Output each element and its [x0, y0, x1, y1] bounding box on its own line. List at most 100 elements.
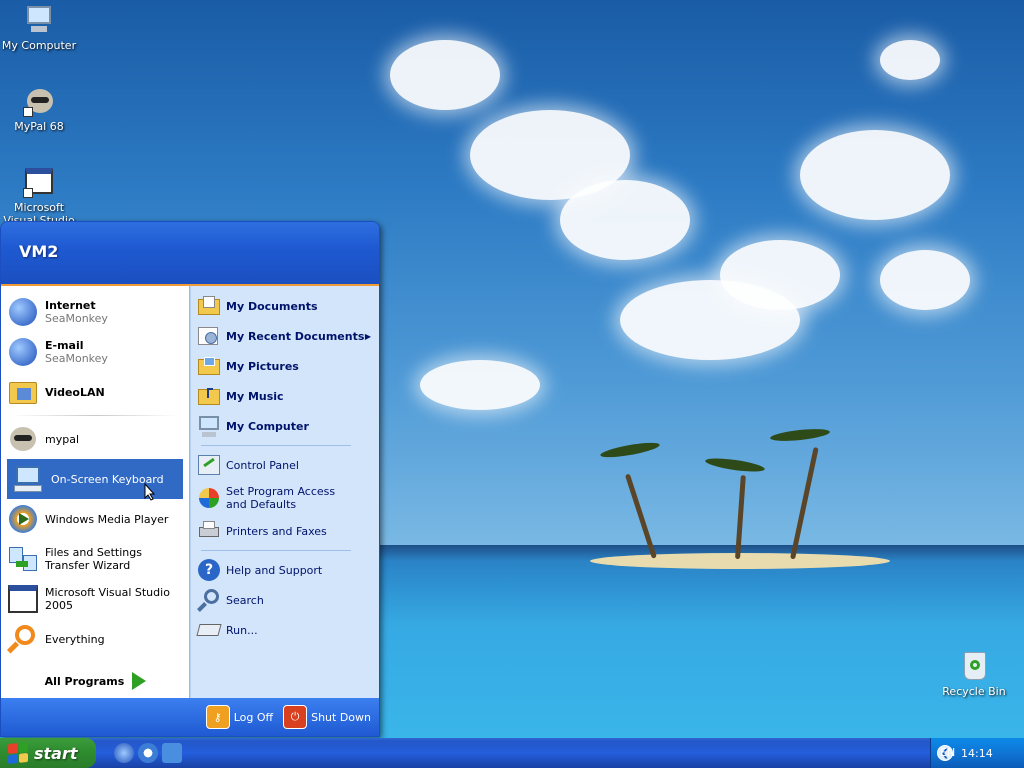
- recent-item-visual-studio[interactable]: Microsoft Visual Studio 2005: [1, 579, 189, 619]
- item-title: Internet: [45, 299, 96, 312]
- submenu-arrow-icon: ▶: [364, 331, 371, 341]
- menu-item-my-computer[interactable]: My Computer: [191, 411, 379, 441]
- cloud: [880, 250, 970, 310]
- desktop-icon-mypal[interactable]: MyPal 68: [0, 85, 78, 133]
- menu-item-my-pictures[interactable]: My Pictures: [191, 351, 379, 381]
- clock[interactable]: 14:14: [961, 747, 993, 760]
- magnifier-icon: [6, 623, 39, 655]
- printer-icon: [197, 519, 221, 543]
- search-icon: [197, 588, 221, 612]
- program-access-icon: [197, 486, 221, 510]
- item-title: E-mail: [45, 339, 84, 352]
- desktop-icon-my-computer[interactable]: My Computer: [0, 4, 78, 52]
- application-window-icon: [23, 166, 55, 198]
- transfer-wizard-icon: [7, 543, 39, 575]
- media-player-icon: [7, 503, 39, 535]
- keyboard-icon: [13, 463, 45, 495]
- all-programs-label: All Programs: [44, 674, 125, 688]
- computer-icon: [197, 414, 221, 438]
- menu-item-run[interactable]: Run...: [191, 615, 379, 645]
- seamonkey-icon: [7, 296, 39, 328]
- desktop-icon-recycle-bin[interactable]: Recycle Bin: [935, 650, 1013, 698]
- recent-item-files-settings-transfer[interactable]: Files and Settings Transfer Wizard: [1, 539, 189, 579]
- menu-item-set-program-access[interactable]: Set Program Access and Defaults: [191, 480, 379, 516]
- folder-icon: [7, 376, 39, 408]
- item-label: Everything: [45, 632, 105, 646]
- help-icon: ?: [197, 558, 221, 582]
- item-subtitle: SeaMonkey: [45, 352, 108, 365]
- cloud: [420, 360, 540, 410]
- menu-item-my-recent-documents[interactable]: My Recent Documents ▶: [191, 321, 379, 351]
- user-name: VM2: [19, 242, 59, 261]
- menu-item-help-support[interactable]: ? Help and Support: [191, 555, 379, 585]
- recent-item-mypal[interactable]: mypal: [1, 419, 189, 459]
- cloud: [800, 130, 950, 220]
- start-menu-header: VM2: [1, 222, 379, 286]
- pinned-item-videolan[interactable]: VideoLAN: [1, 372, 189, 412]
- item-title: VideoLAN: [45, 385, 105, 399]
- desktop-icon-label: My Computer: [1, 39, 77, 52]
- item-label: Set Program Access and Defaults: [226, 485, 336, 511]
- shut-down-button[interactable]: ⏻ Shut Down: [283, 705, 371, 729]
- divider: [201, 445, 351, 446]
- recent-documents-icon: [197, 324, 221, 348]
- raccoon-icon: [7, 423, 39, 455]
- menu-item-my-music[interactable]: My Music: [191, 381, 379, 411]
- recent-item-windows-media-player[interactable]: Windows Media Player: [1, 499, 189, 539]
- item-label: My Music: [226, 389, 284, 403]
- menu-item-search[interactable]: Search: [191, 585, 379, 615]
- folder-music-icon: [197, 384, 221, 408]
- raccoon-icon: [23, 85, 55, 117]
- key-icon: ⚷: [205, 705, 230, 729]
- cloud: [390, 40, 500, 110]
- item-label: My Recent Documents: [226, 329, 365, 343]
- all-programs-button[interactable]: All Programs: [1, 664, 190, 698]
- shut-down-label: Shut Down: [311, 710, 371, 724]
- power-icon: ⏻: [283, 705, 308, 729]
- show-desktop-icon[interactable]: [162, 743, 182, 763]
- cloud: [560, 180, 690, 260]
- start-menu-body: Internet SeaMonkey E-mail SeaMonkey VideoL…: [1, 286, 379, 698]
- mouse-cursor-icon: [144, 483, 156, 501]
- menu-item-my-documents[interactable]: My Documents: [191, 291, 379, 321]
- start-button[interactable]: start: [0, 738, 96, 768]
- pinned-item-email[interactable]: E-mail SeaMonkey: [1, 332, 189, 372]
- item-label: Files and Settings Transfer Wizard: [45, 546, 142, 572]
- item-label: My Pictures: [226, 359, 299, 373]
- language-indicator[interactable]: EN: [940, 746, 955, 759]
- desktop-icon-label: Recycle Bin: [942, 685, 1006, 698]
- item-label: mypal: [45, 432, 80, 446]
- item-label: My Documents: [226, 299, 318, 313]
- menu-item-printers-faxes[interactable]: Printers and Faxes: [191, 516, 379, 546]
- item-label: Printers and Faxes: [226, 524, 327, 538]
- recent-item-everything[interactable]: Everything: [1, 619, 189, 659]
- item-label: Control Panel: [226, 458, 299, 472]
- folder-documents-icon: [197, 294, 221, 318]
- settings-icon[interactable]: [138, 743, 158, 763]
- computer-icon: [23, 4, 55, 36]
- cloud: [720, 240, 840, 310]
- control-panel-icon: [197, 453, 221, 477]
- desktop-icon-visual-studio[interactable]: Microsoft Visual Studio 2005: [0, 166, 78, 222]
- cloud: [880, 40, 940, 80]
- run-icon: [196, 618, 222, 642]
- internet-explorer-icon[interactable]: [114, 743, 134, 763]
- item-label: Search: [226, 593, 264, 607]
- start-menu-programs: Internet SeaMonkey E-mail SeaMonkey VideoL…: [1, 286, 190, 698]
- folder-pictures-icon: [197, 354, 221, 378]
- menu-item-control-panel[interactable]: Control Panel: [191, 450, 379, 480]
- log-off-label: Log Off: [233, 710, 274, 724]
- divider: [201, 550, 351, 551]
- recent-item-on-screen-keyboard[interactable]: On-Screen Keyboard: [7, 459, 183, 499]
- start-menu: VM2 InternetSeaMonkey E-mailSeaMonkey: [0, 221, 380, 737]
- seamonkey-icon: [7, 336, 39, 368]
- pinned-item-internet[interactable]: Internet SeaMonkey: [1, 292, 189, 332]
- windows-flag-icon: [8, 741, 28, 765]
- log-off-button[interactable]: ⚷ Log Off: [205, 705, 274, 729]
- item-label: My Computer: [226, 419, 309, 433]
- item-label: Windows Media Player: [45, 512, 169, 526]
- item-subtitle: SeaMonkey: [45, 312, 108, 325]
- taskbar: start ❮ 14:14: [0, 738, 1024, 768]
- desktop-icon-label: Microsoft Visual Studio 2005: [3, 201, 75, 222]
- item-label: Run...: [226, 623, 258, 637]
